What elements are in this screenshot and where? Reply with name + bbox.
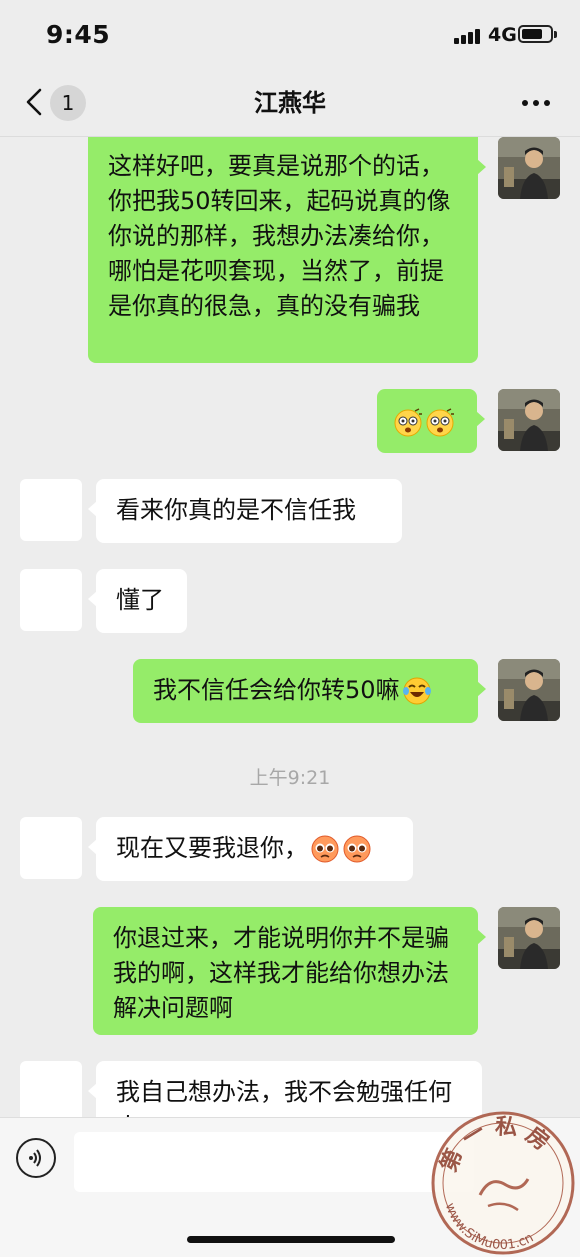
my-avatar[interactable] <box>498 389 560 451</box>
dizzy-face-emoji <box>425 408 455 438</box>
message-bubble-incoming[interactable]: 懂了 <box>88 569 187 633</box>
pleading-face-emoji <box>342 834 372 864</box>
message-text: 现在又要我退你， <box>116 834 308 862</box>
watermark-seal-logo: 第 一 私 房 www.SiMu001.cn <box>431 1111 575 1255</box>
contact-avatar[interactable] <box>20 817 82 879</box>
message-bubble-incoming[interactable]: 我自己想办法，我不会勉强任何人 <box>88 1061 482 1117</box>
message-text: 我不信任会给你转50嘛 <box>153 676 400 704</box>
message-text: 看来你真的是不信任我 <box>116 496 356 524</box>
signal-icon <box>454 28 482 44</box>
message-timestamp: 上午9:21 <box>249 767 331 789</box>
more-options-button[interactable] <box>516 88 556 118</box>
message-list[interactable]: 这样好吧，要真是说那个的话，你把我50转回来，起码说真的像你说的那样，我想办法凑… <box>0 137 580 1117</box>
contact-avatar[interactable] <box>20 479 82 541</box>
message-text: 你退过来，才能说明你并不是骗我的啊，这样我才能给你想办法解决问题啊 <box>113 924 449 1022</box>
message-bubble-outgoing[interactable] <box>377 389 485 453</box>
my-avatar[interactable] <box>498 659 560 721</box>
my-avatar[interactable] <box>498 907 560 969</box>
message-bubble-outgoing[interactable]: 你退过来，才能说明你并不是骗我的啊，这样我才能给你想办法解决问题啊 <box>93 907 486 1035</box>
home-indicator <box>187 1236 395 1243</box>
message-text: 懂了 <box>116 586 164 614</box>
status-time: 9:45 <box>46 20 111 49</box>
message-bubble-incoming[interactable]: 现在又要我退你， <box>88 817 413 881</box>
unread-badge[interactable]: 1 <box>50 85 86 121</box>
message-text: 这样好吧，要真是说那个的话，你把我50转回来，起码说真的像你说的那样，我想办法凑… <box>108 152 451 320</box>
profile-photo <box>498 659 560 721</box>
profile-photo <box>498 389 560 451</box>
message-text: 我自己想办法，我不会勉强任何人 <box>116 1078 452 1117</box>
chat-header: 江燕华 1 <box>0 70 580 137</box>
message-bubble-outgoing[interactable]: 我不信任会给你转50嘛 <box>133 659 486 723</box>
profile-photo <box>498 137 560 199</box>
contact-avatar[interactable] <box>20 1061 82 1117</box>
message-bubble-outgoing[interactable]: 这样好吧，要真是说那个的话，你把我50转回来，起码说真的像你说的那样，我想办法凑… <box>88 137 486 363</box>
voice-input-button[interactable] <box>16 1138 56 1178</box>
chat-title: 江燕华 <box>254 89 326 117</box>
message-input[interactable] <box>74 1132 474 1192</box>
message-bubble-incoming[interactable]: 看来你真的是不信任我 <box>88 479 402 543</box>
voice-icon <box>29 1149 41 1167</box>
dizzy-face-emoji <box>393 408 423 438</box>
pleading-face-emoji <box>310 834 340 864</box>
battery-icon <box>518 25 557 43</box>
more-icon <box>522 100 528 106</box>
status-bar: 9:45 4G <box>0 0 580 70</box>
network-type: 4G <box>488 24 517 46</box>
contact-avatar[interactable] <box>20 569 82 631</box>
laughing-tears-emoji <box>402 677 431 705</box>
profile-photo <box>498 907 560 969</box>
my-avatar[interactable] <box>498 137 560 199</box>
